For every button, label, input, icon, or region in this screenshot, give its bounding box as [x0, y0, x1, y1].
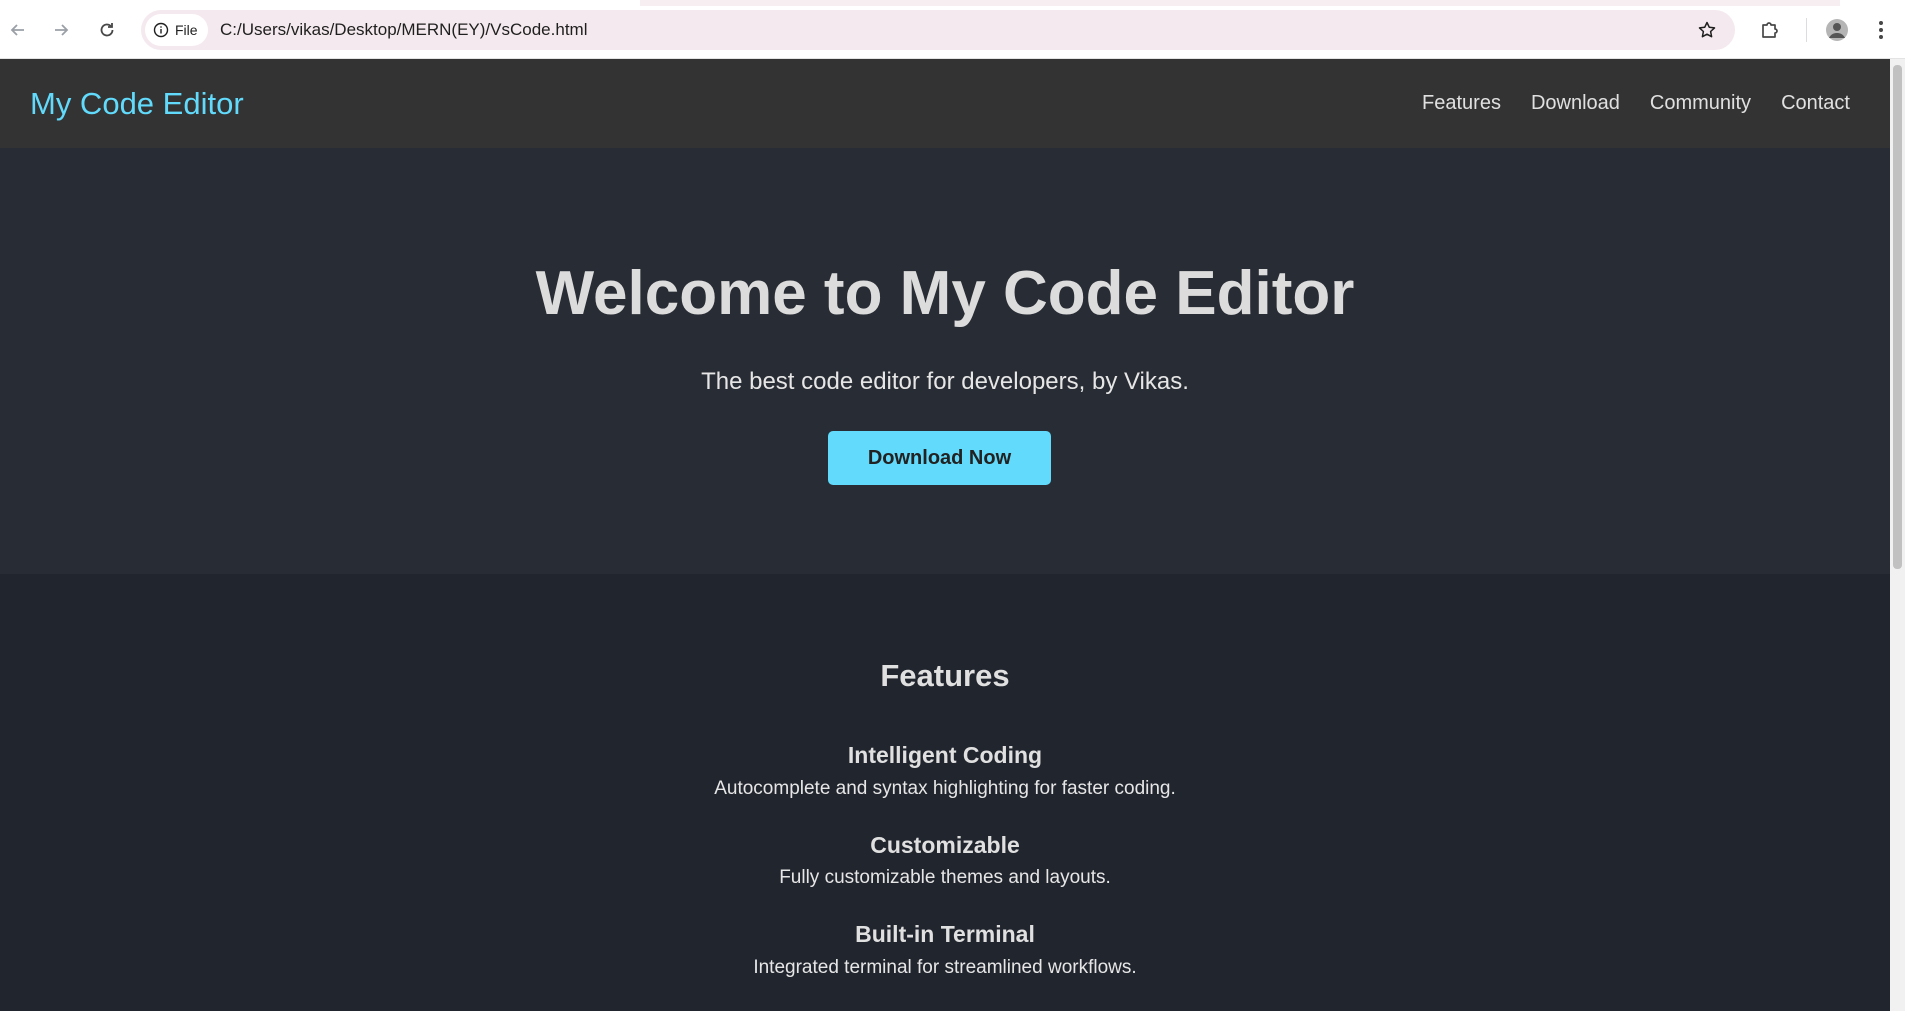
nav-link-features[interactable]: Features: [1422, 92, 1501, 115]
toolbar-divider: [1806, 18, 1807, 42]
reload-icon: [100, 23, 114, 37]
feature-desc: Fully customizable themes and layouts.: [779, 867, 1111, 888]
address-bar[interactable]: File C:/Users/vikas/Desktop/MERN(EY)/VsC…: [141, 10, 1735, 50]
star-icon: [1698, 21, 1716, 38]
scrollbar-thumb[interactable]: [1893, 65, 1902, 569]
hero-subtitle: The best code editor for developers, by …: [701, 368, 1189, 395]
download-now-button[interactable]: Download Now: [828, 431, 1051, 485]
profile-button[interactable]: [1819, 12, 1855, 48]
nav-link-contact[interactable]: Contact: [1781, 92, 1850, 115]
page-scrollbar[interactable]: [1890, 59, 1905, 1011]
puzzle-icon: [1762, 22, 1778, 38]
browser-toolbar: File C:/Users/vikas/Desktop/MERN(EY)/VsC…: [0, 0, 1905, 59]
nav-link-download[interactable]: Download: [1531, 92, 1620, 115]
avatar-icon: [1826, 19, 1848, 41]
features-heading: Features: [880, 658, 1010, 693]
forward-button[interactable]: [43, 12, 79, 48]
site-info-chip[interactable]: File: [145, 14, 208, 46]
arrow-left-icon: [10, 24, 24, 36]
nav-link-community[interactable]: Community: [1650, 92, 1751, 115]
info-icon: [153, 22, 169, 38]
browser-menu-button[interactable]: [1863, 12, 1899, 48]
site-header: My Code Editor Features Download Communi…: [0, 59, 1890, 148]
feature-title: Customizable: [870, 832, 1020, 858]
feature-desc: Autocomplete and syntax highlighting for…: [714, 778, 1176, 799]
kebab-menu-icon: [1879, 21, 1883, 39]
file-chip-label: File: [175, 22, 198, 38]
hero-title: Welcome to My Code Editor: [535, 259, 1355, 328]
extensions-button[interactable]: [1752, 12, 1788, 48]
reload-button[interactable]: [89, 12, 125, 48]
features-section: Features Intelligent Coding Autocomplete…: [0, 574, 1890, 1011]
hero-section: Welcome to My Code Editor The best code …: [0, 148, 1890, 574]
back-button[interactable]: [0, 12, 36, 48]
bookmark-button[interactable]: [1691, 14, 1723, 46]
url-text[interactable]: C:/Users/vikas/Desktop/MERN(EY)/VsCode.h…: [220, 10, 587, 50]
site-nav: Features Download Community Contact: [1422, 59, 1850, 148]
tab-strip-edge: [640, 0, 1840, 6]
arrow-right-icon: [55, 24, 69, 36]
feature-title: Built-in Terminal: [855, 921, 1035, 947]
feature-desc: Integrated terminal for streamlined work…: [753, 957, 1137, 978]
site-logo[interactable]: My Code Editor: [30, 59, 244, 148]
feature-title: Intelligent Coding: [847, 742, 1043, 768]
